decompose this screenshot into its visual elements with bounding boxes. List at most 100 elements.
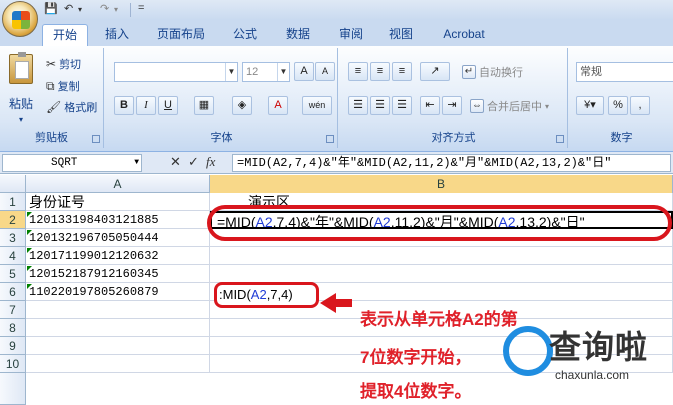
cell-a1[interactable]: 身份证号 (26, 193, 210, 211)
redo-icon[interactable]: ↷ (100, 2, 109, 18)
cell-a6[interactable]: 110220197805260879 (26, 283, 210, 301)
row-header[interactable]: 7 (0, 301, 26, 319)
increase-indent-button[interactable]: ⇥ (442, 96, 462, 115)
alignment-group-label: 对齐方式 (431, 132, 476, 144)
tab-data[interactable]: 数据 (276, 24, 320, 46)
tab-page-layout[interactable]: 页面布局 (148, 24, 214, 46)
decrease-indent-button[interactable]: ⇤ (420, 96, 440, 115)
formula-buttons: ✕ ✓ fx (150, 154, 230, 172)
brush-icon: 🖌 (46, 100, 62, 114)
customize-qat-button[interactable]: = (138, 2, 144, 18)
cell-a7[interactable] (26, 301, 210, 319)
column-header-a[interactable]: A (26, 175, 210, 193)
align-center-button[interactable]: ☰ (370, 96, 390, 115)
orientation-button[interactable]: ↗ (420, 62, 450, 81)
cell-a3[interactable]: 120132196705050444 (26, 229, 210, 247)
fill-color-button[interactable]: ◈ (232, 96, 252, 115)
bold-button[interactable]: B (114, 96, 134, 115)
redo-dropdown-icon[interactable]: ▾ (114, 5, 118, 21)
ribbon-tabs: 开始 插入 页面布局 公式 数据 审阅 视图 Acrobat (0, 20, 673, 46)
align-right-button[interactable]: ☰ (392, 96, 412, 115)
cell-a9[interactable] (26, 337, 210, 355)
chevron-down-icon: ▼ (134, 158, 139, 167)
wrap-text-label: 自动换行 (479, 67, 523, 79)
align-middle-button[interactable]: ≡ (370, 62, 390, 81)
row-header[interactable]: 8 (0, 319, 26, 337)
merge-center-label: 合并后居中 (487, 101, 542, 113)
tab-insert[interactable]: 插入 (96, 24, 138, 46)
cell-a5[interactable]: 120152187912160345 (26, 265, 210, 283)
name-box-value: SQRT (51, 157, 78, 169)
currency-button[interactable]: ¥▾ (576, 96, 604, 115)
grow-font-button[interactable]: A (294, 62, 314, 81)
annotation-line-2: 7位数字开始， (360, 348, 472, 367)
clipboard-group: 粘贴 ▾ ✂ 剪切 ⧉ 复制 🖌 格式刷 剪贴板 (0, 48, 104, 148)
tab-formulas[interactable]: 公式 (222, 24, 268, 46)
save-icon[interactable]: 💾 (44, 2, 58, 18)
enter-icon[interactable]: ✓ (188, 154, 199, 170)
row-header[interactable]: 5 (0, 265, 26, 283)
align-bottom-button[interactable]: ≡ (392, 62, 412, 81)
tab-view[interactable]: 视图 (380, 24, 422, 46)
tab-acrobat[interactable]: Acrobat (432, 24, 496, 46)
format-painter-button[interactable]: 🖌 格式刷 (46, 99, 97, 115)
tab-review[interactable]: 审阅 (330, 24, 372, 46)
font-group-label: 字体 (210, 132, 233, 144)
name-box[interactable]: SQRT ▼ (2, 154, 142, 172)
insert-function-button[interactable]: fx (206, 154, 215, 170)
align-center-icon: ☰ (375, 99, 385, 111)
cut-button[interactable]: ✂ 剪切 (46, 56, 81, 72)
orientation-icon: ↗ (430, 65, 440, 77)
row-header[interactable]: 4 (0, 247, 26, 265)
tab-home[interactable]: 开始 (42, 24, 88, 46)
column-header-b[interactable]: B (210, 175, 673, 193)
font-color-button[interactable]: A (268, 96, 288, 115)
office-button[interactable] (2, 1, 38, 37)
borders-button[interactable]: ▦ (194, 96, 214, 115)
row-header[interactable]: 3 (0, 229, 26, 247)
row-header[interactable]: 10 (0, 355, 26, 373)
wrap-text-button[interactable]: ↵ 自动换行 (462, 64, 523, 80)
shrink-font-button[interactable]: A (315, 62, 335, 81)
font-color-icon: A (274, 99, 282, 111)
undo-icon[interactable]: ↶ (64, 2, 73, 18)
row-header[interactable]: 1 (0, 193, 26, 211)
number-format-value: 常规 (580, 66, 602, 78)
chevron-down-icon: ▼ (277, 63, 289, 81)
percent-button[interactable]: % (608, 96, 628, 115)
font-name-combo[interactable]: ▼ (114, 62, 238, 82)
select-all-corner[interactable] (0, 175, 26, 193)
font-size-combo[interactable]: 12 ▼ (242, 62, 290, 82)
copy-icon: ⧉ (46, 78, 55, 93)
merge-icon: ⇔ (470, 99, 484, 113)
paste-button[interactable]: 粘贴 ▾ (4, 52, 38, 124)
error-indicator-icon (27, 266, 32, 271)
row-header[interactable]: 9 (0, 337, 26, 355)
italic-button[interactable]: I (136, 96, 156, 115)
cell-a4[interactable]: 120171199012120632 (26, 247, 210, 265)
merge-center-button[interactable]: ⇔ 合并后居中 ▾ (470, 98, 549, 114)
clipboard-launcher-icon[interactable] (92, 135, 100, 143)
comma-button[interactable]: , (630, 96, 650, 115)
underline-button[interactable]: U (158, 96, 178, 115)
paste-label: 粘贴 (8, 97, 33, 111)
cell-a2[interactable]: 120133198403121885 (26, 211, 210, 229)
cell-a10[interactable] (26, 355, 210, 373)
cell-a8[interactable] (26, 319, 210, 337)
number-format-combo[interactable]: 常规 (576, 62, 673, 82)
cell-b4[interactable] (210, 247, 673, 265)
undo-dropdown-icon[interactable]: ▾ (78, 5, 82, 21)
phonetic-button[interactable]: wén (302, 96, 332, 115)
number-group-label: 数字 (610, 132, 633, 144)
align-top-button[interactable]: ≡ (348, 62, 368, 81)
cell-b5[interactable] (210, 265, 673, 283)
row-header[interactable]: 6 (0, 283, 26, 301)
cancel-icon[interactable]: ✕ (170, 154, 181, 170)
alignment-launcher-icon[interactable] (556, 135, 564, 143)
font-launcher-icon[interactable] (326, 135, 334, 143)
row-header[interactable]: 2 (0, 211, 26, 229)
formula-input[interactable]: =MID(A2,7,4)&"年"&MID(A2,11,2)&"月"&MID(A2… (232, 154, 671, 172)
cell-reference: A2 (250, 287, 267, 302)
align-left-button[interactable]: ☰ (348, 96, 368, 115)
copy-button[interactable]: ⧉ 复制 (46, 78, 80, 94)
